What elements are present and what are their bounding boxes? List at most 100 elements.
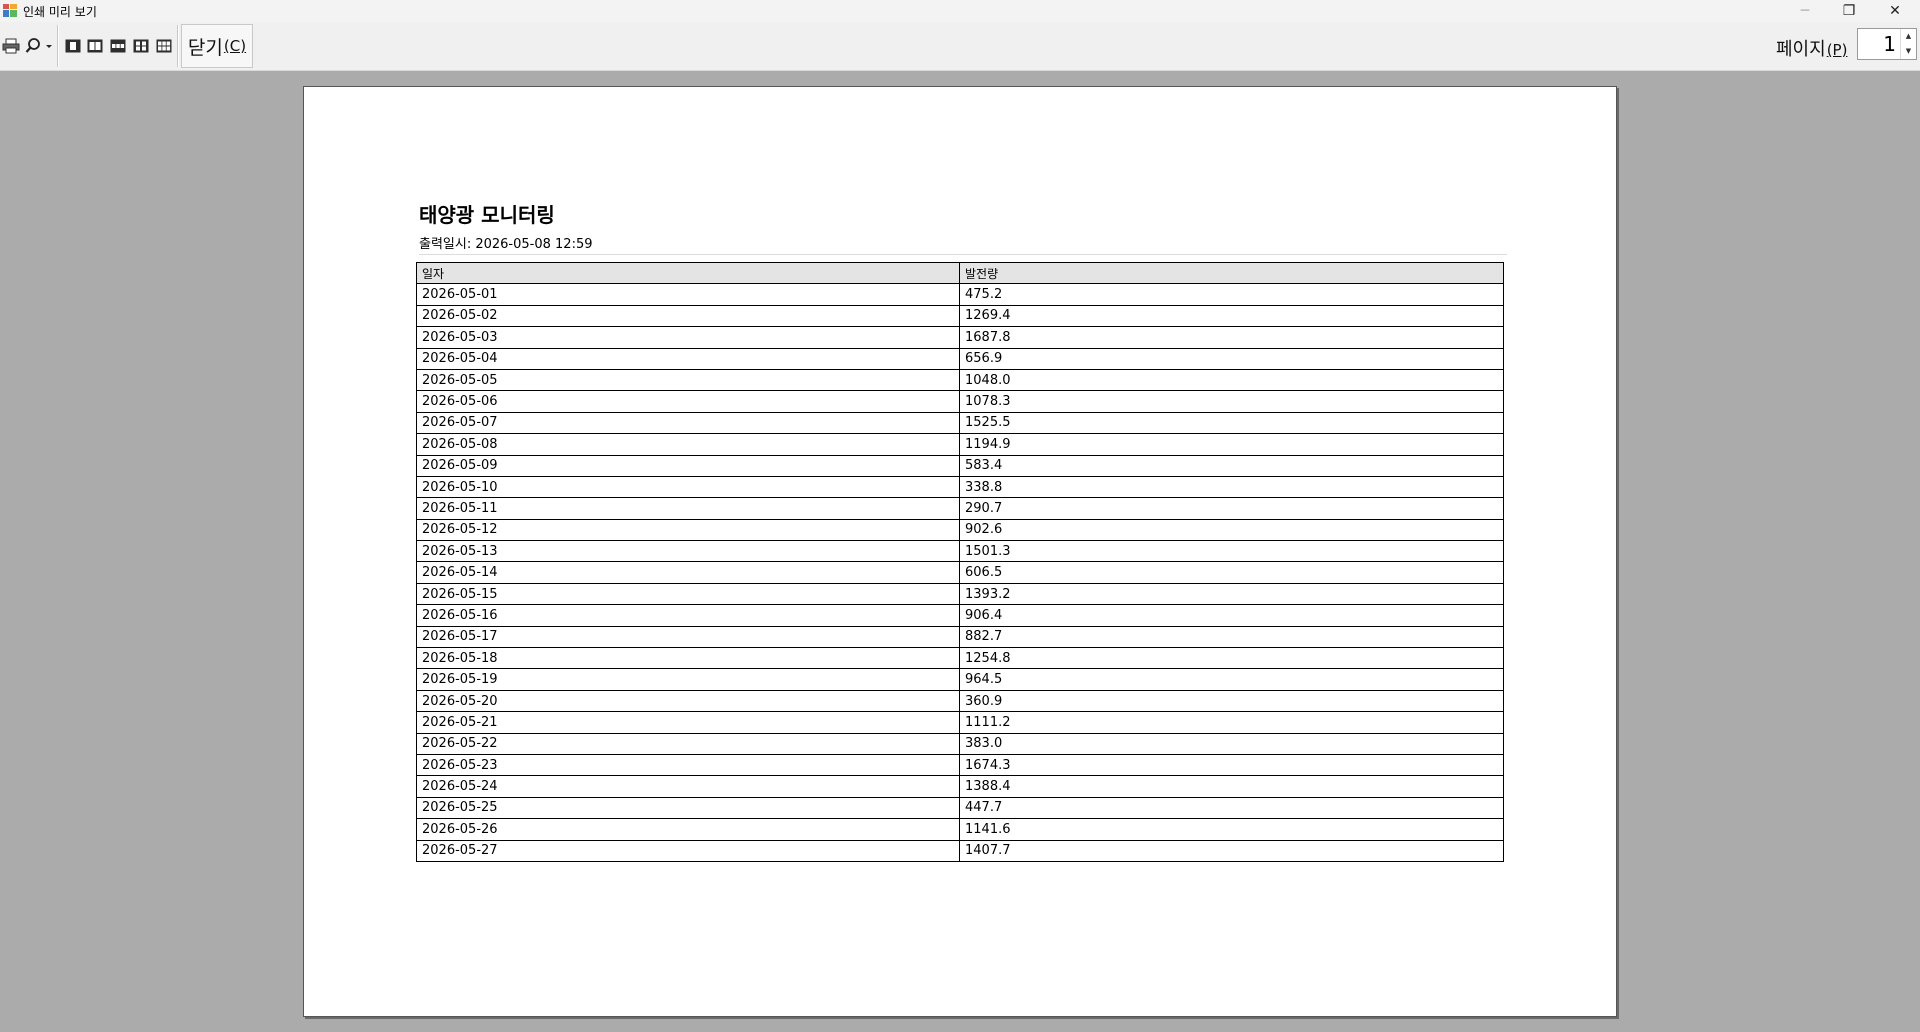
- date-cell: 2026-05-05: [416, 368, 960, 392]
- page-number-stepper[interactable]: 1 ▲ ▼: [1857, 28, 1917, 60]
- three-pages-button[interactable]: [108, 36, 128, 56]
- table-row: 2026-05-05 1048.0: [416, 368, 1504, 392]
- generation-cell: 656.9: [959, 347, 1504, 370]
- generation-cell: 1674.3: [959, 753, 1504, 777]
- table-row: 2026-05-09 583.4: [416, 454, 1504, 477]
- date-cell: 2026-05-10: [416, 475, 960, 499]
- table-row: 2026-05-20 360.9: [416, 689, 1504, 713]
- table-row: 2026-05-11 290.7: [416, 497, 1504, 520]
- close-button-label: 닫기: [187, 36, 223, 59]
- generation-cell: 1501.3: [959, 540, 1504, 563]
- close-button[interactable]: 닫기 (C): [181, 24, 253, 68]
- date-cell: 2026-05-03: [416, 326, 960, 349]
- generation-table: 일자 발전량 2026-05-01 475.2 2026-05-02 1269.4 20…: [416, 261, 1504, 862]
- page-label: 페이지(P): [1776, 35, 1847, 61]
- table-row: 2026-05-27 1407.7: [416, 839, 1504, 862]
- date-cell: 2026-05-19: [416, 668, 960, 691]
- generation-cell: 1111.2: [959, 711, 1504, 734]
- table-row: 2026-05-15 1393.2: [416, 582, 1504, 606]
- restore-button[interactable]: ❐: [1826, 0, 1872, 22]
- window-title: 인쇄 미리 보기: [23, 5, 97, 19]
- generation-cell: 606.5: [959, 561, 1504, 584]
- generation-cell: 475.2: [959, 283, 1504, 306]
- zoom-icon: [25, 38, 40, 53]
- restore-icon: ❐: [1842, 3, 1856, 19]
- six-pages-button[interactable]: [154, 36, 174, 56]
- generation-cell: 1254.8: [959, 647, 1504, 670]
- date-cell: 2026-05-21: [416, 711, 960, 734]
- generation-cell: 360.9: [959, 689, 1504, 713]
- date-cell: 2026-05-25: [416, 796, 960, 820]
- table-row: 2026-05-04 656.9: [416, 347, 1504, 370]
- date-cell: 2026-05-26: [416, 818, 960, 841]
- generation-cell: 1194.9: [959, 433, 1504, 456]
- table-row: 2026-05-14 606.5: [416, 561, 1504, 584]
- date-cell: 2026-05-15: [416, 582, 960, 606]
- date-cell: 2026-05-13: [416, 540, 960, 563]
- generation-cell: 1078.3: [959, 390, 1504, 413]
- spin-down-icon[interactable]: ▼: [1901, 44, 1916, 59]
- date-cell: 2026-05-18: [416, 647, 960, 670]
- generation-cell: 1048.0: [959, 368, 1504, 392]
- generation-cell: 1269.4: [959, 304, 1504, 328]
- table-row: 2026-05-01 475.2: [416, 283, 1504, 306]
- date-cell: 2026-05-02: [416, 304, 960, 328]
- table-row: 2026-05-25 447.7: [416, 796, 1504, 820]
- four-pages-button[interactable]: [131, 36, 151, 56]
- toolbar-separator: [177, 25, 179, 67]
- date-cell: 2026-05-08: [416, 433, 960, 456]
- generation-cell: 1687.8: [959, 326, 1504, 349]
- date-cell: 2026-05-23: [416, 753, 960, 777]
- generation-cell: 1388.4: [959, 775, 1504, 798]
- generation-cell: 447.7: [959, 796, 1504, 820]
- zoom-dropdown-button[interactable]: [23, 36, 55, 56]
- table-body: 2026-05-01 475.2 2026-05-02 1269.4 2026-05-0…: [416, 283, 1504, 862]
- four-pages-icon: [133, 39, 149, 53]
- preview-toolbar: 닫기 (C) 페이지(P) 1 ▲ ▼: [0, 22, 1920, 71]
- page-label-text: 페이지: [1776, 39, 1826, 60]
- close-button-accelerator: (C): [223, 37, 247, 55]
- close-window-button[interactable]: ✕: [1872, 0, 1918, 22]
- table-row: 2026-05-06 1078.3: [416, 390, 1504, 413]
- close-icon: ✕: [1889, 3, 1901, 19]
- generation-cell: 902.6: [959, 518, 1504, 542]
- minimize-button[interactable]: ─: [1782, 0, 1828, 22]
- one-page-icon: [65, 39, 81, 53]
- minimize-icon: ─: [1800, 3, 1810, 19]
- date-cell: 2026-05-24: [416, 775, 960, 798]
- two-pages-icon: [87, 39, 103, 53]
- date-cell: 2026-05-27: [416, 839, 960, 862]
- table-row: 2026-05-18 1254.8: [416, 647, 1504, 670]
- page-spinner-arrows: ▲ ▼: [1900, 29, 1916, 59]
- date-cell: 2026-05-09: [416, 454, 960, 477]
- generation-cell: 290.7: [959, 497, 1504, 520]
- generation-cell: 1393.2: [959, 582, 1504, 606]
- date-cell: 2026-05-12: [416, 518, 960, 542]
- chevron-down-icon: [46, 45, 52, 48]
- spin-up-icon[interactable]: ▲: [1901, 29, 1916, 44]
- title-divider: [419, 254, 1507, 255]
- table-row: 2026-05-19 964.5: [416, 668, 1504, 691]
- page-label-accelerator: (P): [1826, 41, 1848, 59]
- printed-at-text: 출력일시: 2026-05-08 12:59: [419, 237, 593, 252]
- two-pages-button[interactable]: [85, 36, 105, 56]
- three-pages-icon: [110, 39, 126, 53]
- document-title: 태양광 모니터링: [419, 203, 555, 227]
- date-cell: 2026-05-01: [416, 283, 960, 306]
- table-row: 2026-05-12 902.6: [416, 518, 1504, 542]
- table-row: 2026-05-17 882.7: [416, 625, 1504, 649]
- one-page-button[interactable]: [63, 36, 83, 56]
- date-cell: 2026-05-14: [416, 561, 960, 584]
- table-row: 2026-05-24 1388.4: [416, 775, 1504, 798]
- table-row: 2026-05-08 1194.9: [416, 433, 1504, 456]
- generation-cell: 338.8: [959, 475, 1504, 499]
- table-row: 2026-05-22 383.0: [416, 732, 1504, 755]
- generation-cell: 964.5: [959, 668, 1504, 691]
- print-button[interactable]: [1, 36, 21, 56]
- printer-icon: [2, 38, 20, 54]
- generation-cell: 1525.5: [959, 411, 1504, 435]
- table-row: 2026-05-10 338.8: [416, 475, 1504, 499]
- date-cell: 2026-05-17: [416, 625, 960, 649]
- page-number-value[interactable]: 1: [1883, 32, 1896, 56]
- date-cell: 2026-05-16: [416, 604, 960, 627]
